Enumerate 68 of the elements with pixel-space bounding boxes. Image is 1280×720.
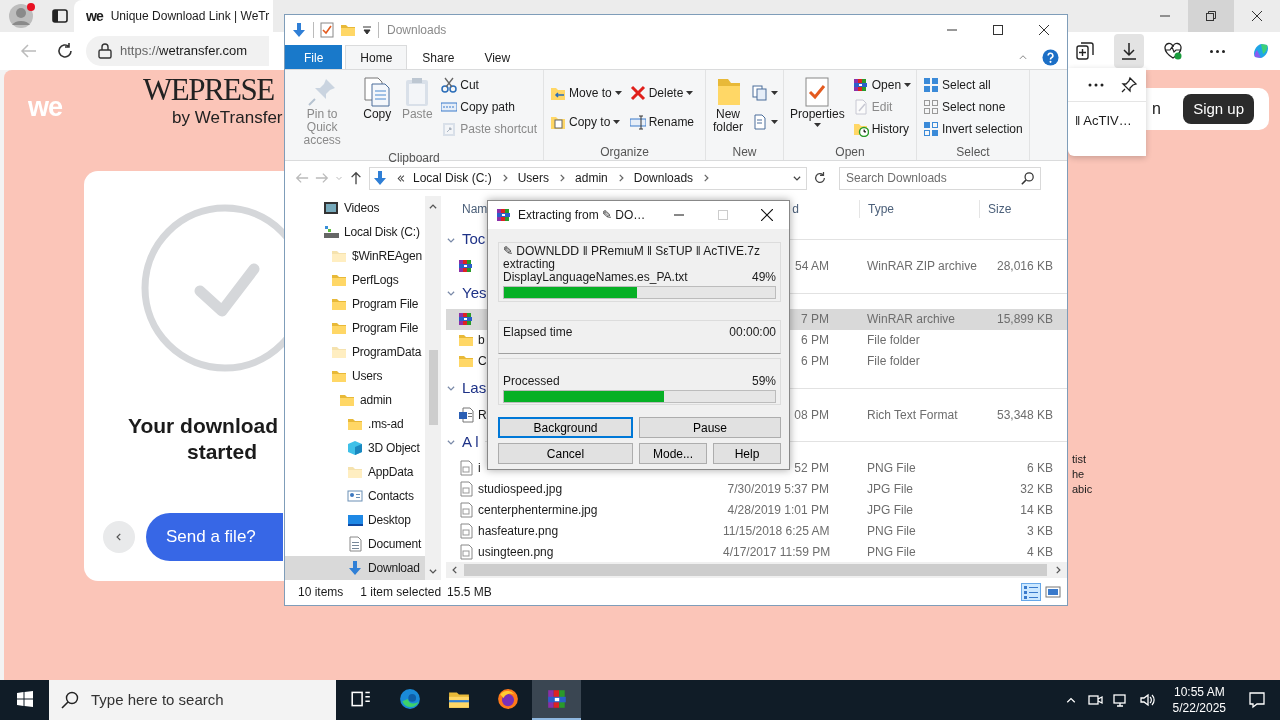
text-fragment: abic [1072,482,1094,497]
tab-title: Unique Download Link | WeTr [110,8,270,25]
file-date: 7 PM [801,312,829,327]
file-date: 4/28/2019 1:01 PM [727,502,829,517]
file-size: 15,899 KB [996,312,1053,327]
group-label: Clipboard [387,150,441,166]
action-label: extracting [503,258,557,271]
file-type: JPG File [867,482,913,497]
file-size: 3 KB [1027,523,1053,538]
logo-title: WEPRESE [143,74,274,105]
window-title: Downloads [387,22,447,39]
file-size: 53,348 KB [996,407,1053,422]
site-logo: we [27,91,64,121]
heading-line: started [187,438,258,465]
group-label: Open [834,144,866,160]
file-date: 6 PM [801,354,829,369]
file-date: 11/15/2018 6:25 AM [723,523,830,538]
file-type: File folder [867,333,920,348]
text-fragment: tist [1072,452,1088,467]
processed-percent: 59% [751,375,776,388]
file-name: b [478,332,485,350]
logo-subtitle: by WeTransfer [172,107,283,129]
file-type: JPG File [867,502,913,517]
search-placeholder: Type here to search [91,689,224,710]
processed-label: Processed [503,375,560,388]
file-type: File folder [867,354,920,369]
file-size: 32 KB [1020,482,1053,497]
text-fragment: he [1072,467,1086,482]
file-size: 14 KB [1020,502,1053,517]
file-name: usingteen.png [478,543,554,561]
file-size: 6 KB [1027,461,1053,476]
file-type: Rich Text Format [867,407,958,422]
clock-time: 10:55 AM [1172,684,1226,700]
group-label: Organize [599,144,650,160]
dialog-title: Extracting from ✎ DO… [518,207,646,224]
elapsed-label: Elapsed time [503,326,573,339]
site-logo: we [86,6,103,26]
file-name: studiospeed.jpg [478,481,563,499]
file-date: 7/30/2019 5:37 PM [727,482,829,497]
file-type: WinRAR archive [867,312,956,327]
group-label: Select [955,144,991,160]
file-date: 52 PM [794,461,829,476]
heading-line: Your download [128,412,279,439]
file-size: 4 KB [1027,544,1053,559]
file-size: 28,016 KB [996,258,1053,273]
clock-date: 5/22/2025 [1172,700,1226,716]
item-count: 10 items [298,584,344,602]
file-type: PNG File [867,461,916,476]
elapsed-time: 00:00:00 [729,326,776,339]
selection-size: 15.5 MB [447,584,492,602]
file-type: WinRAR ZIP archive [867,258,977,273]
file-date: 54 AM [794,258,829,273]
file-name: i [478,460,481,478]
file-name: hasfeature.png [478,522,559,540]
file-name: centerphentermine.jpg [478,501,598,519]
file-date: 6 PM [801,333,829,348]
group-label: New [731,144,758,160]
file-name: C [478,353,487,371]
file-type: PNG File [867,544,916,559]
file-type: PNG File [867,523,916,538]
selection-info: 1 item selected [360,584,442,602]
file-date: 4/17/2017 11:59 PM [723,544,831,559]
current-file: DisplayLanguageNames.es_PA.txt [503,271,688,284]
file-date: 08 PM [794,407,829,422]
file-percent: 49% [751,271,776,284]
file-name: R [478,406,487,424]
archive-name: ✎ DOWNⅬⅮⅮ ‖ PRemιuM ‖ SεTUP ‖ AcTIVE.7z [503,244,762,258]
url-text: https://wetransfer.com [120,42,248,61]
